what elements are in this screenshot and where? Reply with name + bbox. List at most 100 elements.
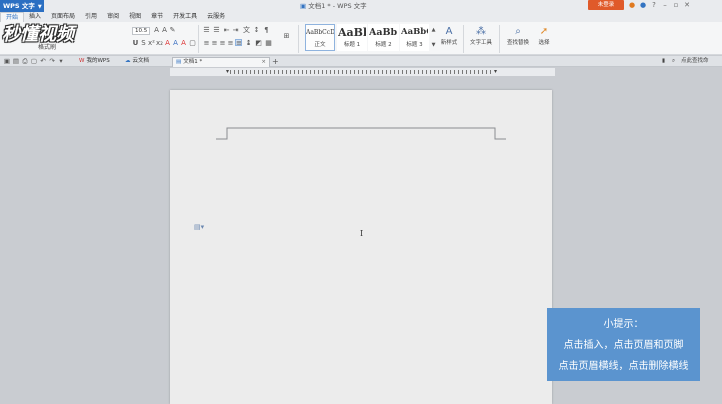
open-icon[interactable]: ▤ [12,57,20,65]
chinese-layout-icon[interactable]: 文 [243,27,250,34]
sort-icon[interactable]: ↕ [253,27,260,34]
show-marks-icon[interactable]: ¶ [263,27,270,34]
text-highlight-icon[interactable]: A [172,40,179,47]
justify-icon[interactable]: ≡ [227,40,234,47]
styles-scroll-up-icon[interactable]: ▲ [430,27,437,34]
borders-icon[interactable]: ▦ [265,40,272,47]
right-indent-marker[interactable]: ▾ [494,68,497,75]
align-center-icon[interactable]: ≡ [211,40,218,47]
doc-icon: ▤ [176,59,182,65]
tab-label: 文档1 * [183,59,203,65]
tab-section[interactable]: 章节 [146,12,168,22]
app-menu-button[interactable]: WPS 文字 ▼ [0,0,44,12]
tab-label: 我的WPS [86,58,110,64]
new-style-icon: A [445,26,453,37]
bullet-list-icon[interactable]: ☰ [203,27,210,34]
ruler-ticks [230,70,492,74]
tab-cloud-docs[interactable]: ☁ 云文档 [122,57,168,67]
tab-view[interactable]: 视图 [124,12,146,22]
style-heading-2[interactable]: AaBb( 标题 2 [368,24,399,51]
cloud-icon: ☁ [125,58,131,64]
undo-icon[interactable]: ↶ [39,57,47,65]
document-page[interactable]: ▤▾ I [170,90,552,404]
underline-icon[interactable]: U [132,40,139,47]
separator [298,25,299,53]
tab-my-wps[interactable]: W 我的WPS [76,57,120,67]
style-label: 标题 3 [406,42,423,48]
font-color-icon[interactable]: A [164,40,171,47]
help-icon[interactable]: ? [650,1,658,9]
cursor-arrow-icon: ➚ [539,26,549,37]
wps-icon: W [79,58,85,64]
skin-icon[interactable]: ● [628,1,636,9]
close-icon[interactable]: × [261,58,266,67]
superscript-icon[interactable]: x² [148,40,155,47]
tab-insert[interactable]: 插入 [24,12,46,22]
grow-font-icon[interactable]: A [153,27,160,34]
find-replace-label: 查找替换 [506,40,529,46]
tab-references[interactable]: 引用 [80,12,102,22]
text-box-icon[interactable]: ⊞ [283,33,290,40]
tab-page-layout[interactable]: 页面布局 [46,12,80,22]
tab-home[interactable]: 开始 [0,12,25,22]
text-tools-button[interactable]: ⁂ 文字工具 [467,25,495,46]
paragraph-layout-icon[interactable]: ▤▾ [194,223,204,231]
style-heading-1[interactable]: AaBb 标题 1 [337,24,367,51]
login-button[interactable]: 未登录 [588,0,624,10]
tab-document-1[interactable]: ▤ 文档1 * × [172,57,270,67]
print-icon[interactable]: ⎙ [21,57,29,65]
settings-icon[interactable]: ● [639,1,647,9]
increase-indent-icon[interactable]: ⇥ [232,27,239,34]
doc-icon: ▣ [300,2,309,10]
tab-review[interactable]: 审阅 [102,12,124,22]
tip-step-1: 点击插入，点击页眉和页脚 [563,340,684,351]
find-replace-button[interactable]: ⌕ 查找替换 [503,25,533,46]
separator [499,25,500,53]
style-label: 正文 [314,42,326,48]
char-border-icon[interactable]: ▢ [189,40,196,47]
style-sample: AaBbC [401,27,428,37]
horizontal-ruler[interactable]: ▾ ▾ [170,68,555,76]
style-normal[interactable]: AaBbCcDd 正文 [305,24,335,51]
style-heading-3[interactable]: AaBbC 标题 3 [400,24,429,51]
separator [198,25,199,53]
text-tools-icon: ⁂ [476,26,486,37]
subscript-icon[interactable]: x₂ [156,40,163,47]
header-boundary-line[interactable] [170,90,552,150]
align-left-icon[interactable]: ≡ [203,40,210,47]
customize-icon[interactable]: ▾ [57,57,65,65]
numbered-list-icon[interactable]: ☰ [213,27,220,34]
select-button[interactable]: ➚ 选择 [535,25,553,46]
preview-icon[interactable]: ▢ [30,57,38,65]
app-name: WPS 文字 [3,2,35,10]
shrink-font-icon[interactable]: A [161,27,168,34]
close-icon[interactable]: ✕ [683,1,691,9]
tab-cloud-service[interactable]: 云服务 [202,12,230,22]
save-icon[interactable]: ▣ [3,57,11,65]
redo-icon[interactable]: ↷ [48,57,56,65]
tip-title: 小提示： [603,319,644,330]
minimize-icon[interactable]: – [661,1,669,9]
title-bar: WPS 文字 ▼ ▣ 文档1 * - WPS 文字 未登录 ● ● ? – ▫ ✕ [0,0,722,12]
char-shading-icon[interactable]: A [180,40,187,47]
text-cursor-icon: I [360,229,364,238]
line-spacing-icon[interactable]: ↨ [245,40,252,47]
styles-scroll-down-icon[interactable]: ▼ [430,42,437,49]
pin-icon[interactable]: ▮ [662,57,665,66]
shading-icon[interactable]: ◩ [255,40,262,47]
restore-icon[interactable]: ▫ [672,1,680,9]
search-icon[interactable]: ⌕ [672,57,675,66]
clear-format-icon[interactable]: ✎ [169,27,176,34]
decrease-indent-icon[interactable]: ⇤ [223,27,230,34]
command-search-input[interactable]: 点此查找命 [681,57,721,66]
strikethrough-icon[interactable]: S [140,40,147,47]
style-label: 标题 1 [343,42,361,48]
left-indent-marker[interactable]: ▾ [226,68,229,75]
tab-developer[interactable]: 开发工具 [168,12,202,22]
align-right-icon[interactable]: ≡ [219,40,226,47]
new-tab-button[interactable]: + [272,57,279,66]
distributed-align-icon[interactable]: ≡ [235,39,242,47]
font-size-select[interactable]: 10.5 [132,27,150,35]
new-style-button[interactable]: A 新样式 [437,25,461,46]
tip-box: 小提示： 点击插入，点击页眉和页脚 点击页眉横线，点击删除横线 [547,308,700,381]
